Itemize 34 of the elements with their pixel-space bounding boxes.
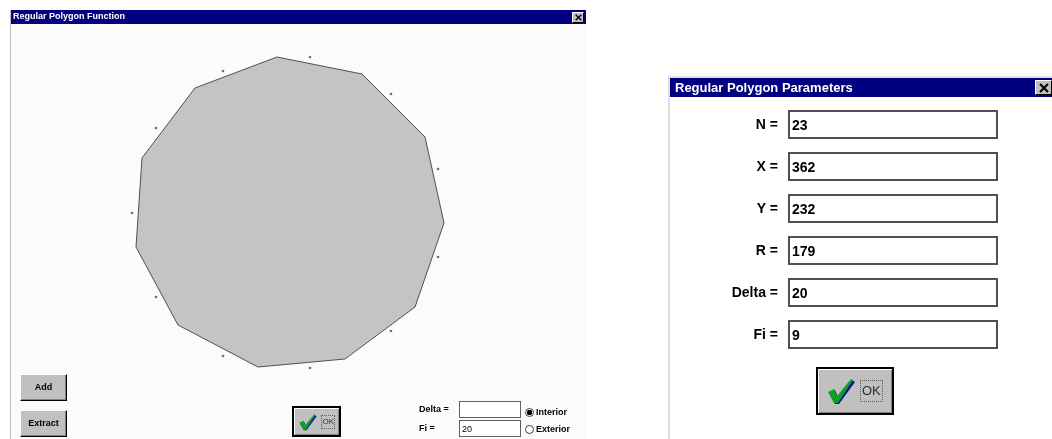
input-field[interactable]: 20 (459, 420, 521, 437)
action-button[interactable]: Add (20, 374, 67, 401)
input-field[interactable]: 179 (788, 236, 998, 265)
close-icon (1038, 82, 1049, 93)
radio-label: Exterior (536, 422, 570, 436)
ok-button[interactable]: OK (816, 367, 894, 415)
close-button[interactable] (572, 11, 584, 23)
field-label: Y = (756, 199, 778, 218)
input-field[interactable] (459, 401, 521, 418)
checkmark-icon (826, 377, 856, 405)
ok-label: OK (321, 414, 335, 429)
field-label: Delta = (731, 283, 778, 302)
field-label: Delta = (419, 402, 450, 416)
checkmark-icon (298, 412, 318, 431)
close-button[interactable] (1035, 80, 1052, 95)
ok-label: OK (860, 380, 883, 402)
input-field[interactable]: 23 (788, 110, 998, 139)
input-field[interactable]: 232 (788, 194, 998, 223)
dialog-title: Regular Polygon Parameters (675, 78, 853, 97)
radio-label: Interior (536, 406, 567, 419)
radio-button[interactable] (525, 408, 534, 418)
window-title: Regular Polygon Function (13, 10, 125, 24)
field-label: Fi = (419, 421, 436, 435)
field-label: N = (755, 115, 778, 134)
field-label: X = (756, 157, 778, 176)
input-field[interactable]: 20 (788, 278, 998, 307)
field-label: R = (755, 241, 778, 260)
action-button[interactable]: Extract (20, 410, 67, 437)
ok-button[interactable]: OK (292, 406, 341, 437)
field-label: Fi = (753, 325, 778, 344)
input-field[interactable]: 9 (788, 320, 998, 349)
close-icon (574, 13, 582, 21)
input-field[interactable]: 362 (788, 152, 998, 181)
radio-button[interactable] (525, 424, 534, 434)
